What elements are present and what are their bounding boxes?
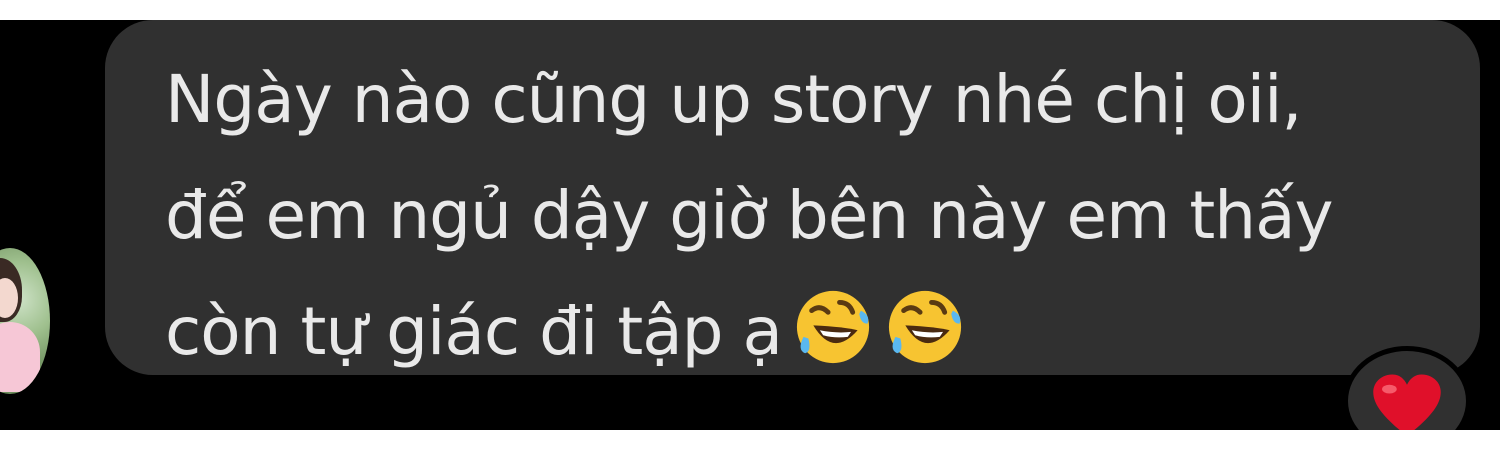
message-line-3-text: còn tự giác đi tập ạ	[165, 293, 783, 370]
message-line-3: còn tự giác đi tập ạ	[165, 274, 1465, 390]
message-text: Ngày nào cũng up story nhé chị oii, để e…	[165, 42, 1465, 390]
chat-screen: Ngày nào cũng up story nhé chị oii, để e…	[0, 20, 1500, 430]
message-line-2: để em ngủ dậy giờ bên này em thấy	[165, 177, 1334, 254]
message-bubble[interactable]: Ngày nào cũng up story nhé chị oii, để e…	[105, 20, 1480, 375]
red-heart-icon	[1373, 374, 1441, 430]
rofl-emoji-icon	[792, 286, 874, 368]
avatar-shirt	[0, 322, 40, 392]
sender-avatar[interactable]	[0, 248, 50, 394]
rofl-emoji-icon	[884, 286, 966, 368]
message-line-1: Ngày nào cũng up story nhé chị oii,	[165, 61, 1302, 138]
